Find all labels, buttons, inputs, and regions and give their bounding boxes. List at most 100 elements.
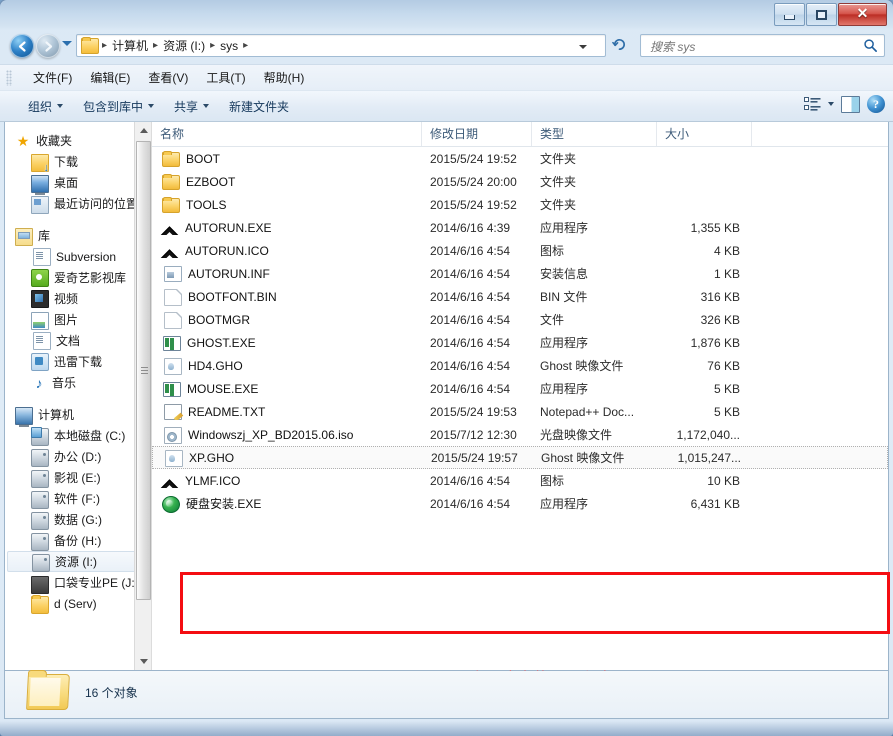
file-size-cell: 1,355 KB bbox=[657, 221, 752, 235]
table-row[interactable]: BOOT2015/5/24 19:52文件夹 bbox=[152, 147, 888, 170]
table-row[interactable]: MOUSE.EXE2014/6/16 4:54应用程序5 KB bbox=[152, 377, 888, 400]
file-name-cell: TOOLS bbox=[152, 196, 422, 213]
file-date-cell: 2014/6/16 4:54 bbox=[422, 497, 532, 511]
preview-pane-icon[interactable] bbox=[841, 96, 860, 113]
new-folder-button[interactable]: 新建文件夹 bbox=[219, 94, 299, 119]
search-icon[interactable] bbox=[863, 38, 878, 53]
sidebar-item-desktop[interactable]: 桌面 bbox=[5, 172, 151, 193]
sidebar-item-label: 备份 (H:) bbox=[54, 532, 101, 549]
music-icon: ♪ bbox=[31, 375, 47, 391]
sidebar-item-recent-places[interactable]: 最近访问的位置 bbox=[5, 193, 151, 214]
sidebar-item-drive-j[interactable]: 口袋专业PE (J:) bbox=[5, 572, 151, 593]
sidebar-item-downloads[interactable]: 下载 bbox=[5, 151, 151, 172]
maximize-button[interactable] bbox=[806, 3, 837, 26]
chevron-down-icon[interactable] bbox=[579, 45, 587, 49]
sidebar-item-drive-g[interactable]: 数据 (G:) bbox=[5, 509, 151, 530]
computer-icon bbox=[15, 407, 33, 425]
sidebar-item-drive-f[interactable]: 软件 (F:) bbox=[5, 488, 151, 509]
sidebar-item-videos[interactable]: 视频 bbox=[5, 288, 151, 309]
breadcrumb-address-bar[interactable]: ▸ 计算机 ▸ 资源 (I:) ▸ sys ▸ bbox=[76, 34, 606, 57]
file-name-cell: EZBOOT bbox=[152, 173, 422, 190]
folder-icon bbox=[162, 152, 180, 167]
organize-button[interactable]: 组织 bbox=[18, 94, 73, 119]
table-row[interactable]: AUTORUN.INF2014/6/16 4:54安装信息1 KB bbox=[152, 262, 888, 285]
table-row[interactable]: EZBOOT2015/5/24 20:00文件夹 bbox=[152, 170, 888, 193]
table-row[interactable]: YLMF.ICO2014/6/16 4:54图标10 KB bbox=[152, 469, 888, 492]
minimize-button[interactable] bbox=[774, 3, 805, 26]
sidebar-item-drive-e[interactable]: 影视 (E:) bbox=[5, 467, 151, 488]
sidebar-item-documents[interactable]: 文档 bbox=[5, 330, 151, 351]
menu-grip-handle[interactable] bbox=[6, 70, 12, 86]
menu-item-tools[interactable]: 工具(T) bbox=[197, 66, 254, 89]
sidebar-item-drive-h[interactable]: 备份 (H:) bbox=[5, 530, 151, 551]
refresh-button[interactable] bbox=[612, 37, 627, 55]
nav-group-libraries[interactable]: 库 bbox=[5, 225, 151, 246]
nav-group-computer[interactable]: 计算机 bbox=[5, 404, 151, 425]
table-row[interactable]: README.TXT2015/5/24 19:53Notepad++ Doc..… bbox=[152, 400, 888, 423]
table-row[interactable]: AUTORUN.ICO2014/6/16 4:54图标4 KB bbox=[152, 239, 888, 262]
sidebar-item-drive-i[interactable]: 资源 (I:) bbox=[7, 551, 147, 572]
breadcrumb-item-drive[interactable]: 资源 (I:) bbox=[160, 37, 208, 54]
sidebar-item-xunlei[interactable]: 迅雷下载 bbox=[5, 351, 151, 372]
forward-button[interactable] bbox=[36, 34, 60, 58]
sidebar-item-music[interactable]: ♪ 音乐 bbox=[5, 372, 151, 393]
column-header-size[interactable]: 大小 bbox=[657, 122, 752, 146]
file-date-cell: 2014/6/16 4:54 bbox=[422, 244, 532, 258]
view-chevron-down-icon[interactable] bbox=[828, 102, 834, 106]
new-folder-label: 新建文件夹 bbox=[229, 98, 289, 115]
recent-pages-dropdown-icon[interactable] bbox=[62, 41, 72, 46]
table-row[interactable]: AUTORUN.EXE2014/6/16 4:39应用程序1,355 KB bbox=[152, 216, 888, 239]
sidebar-item-drive-c[interactable]: 本地磁盘 (C:) bbox=[5, 425, 151, 446]
search-input[interactable] bbox=[648, 38, 852, 56]
menu-item-view[interactable]: 查看(V) bbox=[139, 66, 197, 89]
table-row[interactable]: HD4.GHO2014/6/16 4:54Ghost 映像文件76 KB bbox=[152, 354, 888, 377]
file-size-cell: 1,172,040... bbox=[657, 428, 752, 442]
table-row[interactable]: GHOST.EXE2014/6/16 4:54应用程序1,876 KB bbox=[152, 331, 888, 354]
file-name-label: 硬盘安装.EXE bbox=[186, 495, 261, 512]
file-date-cell: 2014/6/16 4:54 bbox=[422, 290, 532, 304]
include-in-library-label: 包含到库中 bbox=[83, 98, 143, 115]
table-row[interactable]: 硬盘安装.EXE2014/6/16 4:54应用程序6,431 KB bbox=[152, 492, 888, 515]
table-row[interactable]: TOOLS2015/5/24 19:52文件夹 bbox=[152, 193, 888, 216]
file-name-cell: HD4.GHO bbox=[152, 357, 422, 375]
help-icon[interactable]: ? bbox=[867, 95, 885, 113]
folder-icon bbox=[162, 175, 180, 190]
sidebar-item-serv[interactable]: d (Serv) bbox=[5, 593, 151, 614]
scrollbar-thumb[interactable] bbox=[136, 141, 151, 600]
table-row[interactable]: Windowszj_XP_BD2015.06.iso2015/7/12 12:3… bbox=[152, 423, 888, 446]
navigation-scrollbar[interactable] bbox=[134, 122, 151, 670]
chevron-down-icon bbox=[140, 659, 148, 664]
table-row[interactable]: BOOTMGR2014/6/16 4:54文件326 KB bbox=[152, 308, 888, 331]
drive-icon bbox=[31, 491, 49, 509]
file-name-cell: BOOTFONT.BIN bbox=[152, 288, 422, 306]
search-box[interactable] bbox=[640, 34, 885, 57]
sidebar-item-drive-d[interactable]: 办公 (D:) bbox=[5, 446, 151, 467]
close-button[interactable]: ✕ bbox=[838, 3, 887, 26]
scroll-up-button[interactable] bbox=[135, 122, 151, 139]
column-header-type[interactable]: 类型 bbox=[532, 122, 657, 146]
breadcrumb-item-sys[interactable]: sys bbox=[217, 39, 241, 53]
menu-item-help[interactable]: 帮助(H) bbox=[255, 66, 314, 89]
column-header-date-modified[interactable]: 修改日期 bbox=[422, 122, 532, 146]
sidebar-item-iqiyi[interactable]: 爱奇艺影视库 bbox=[5, 267, 151, 288]
sidebar-item-pictures[interactable]: 图片 bbox=[5, 309, 151, 330]
menu-item-edit[interactable]: 编辑(E) bbox=[81, 66, 139, 89]
scroll-down-button[interactable] bbox=[135, 653, 151, 670]
iqiyi-icon bbox=[31, 269, 49, 287]
sidebar-item-subversion[interactable]: Subversion bbox=[5, 246, 151, 267]
back-button[interactable] bbox=[10, 34, 34, 58]
share-with-button[interactable]: 共享 bbox=[164, 94, 219, 119]
sidebar-item-label: 办公 (D:) bbox=[54, 448, 101, 465]
file-size-cell: 326 KB bbox=[657, 313, 752, 327]
column-header-name[interactable]: 名称 bbox=[152, 122, 422, 146]
file-name-cell: 硬盘安装.EXE bbox=[152, 495, 422, 513]
nav-group-favorites[interactable]: ★ 收藏夹 bbox=[5, 130, 151, 151]
include-in-library-button[interactable]: 包含到库中 bbox=[73, 94, 164, 119]
breadcrumb-separator-icon: ▸ bbox=[100, 41, 109, 51]
table-row[interactable]: XP.GHO2015/5/24 19:57Ghost 映像文件1,015,247… bbox=[152, 446, 888, 469]
table-row[interactable]: BOOTFONT.BIN2014/6/16 4:54BIN 文件316 KB bbox=[152, 285, 888, 308]
menu-item-file[interactable]: 文件(F) bbox=[24, 66, 81, 89]
breadcrumb-item-computer[interactable]: 计算机 bbox=[109, 37, 151, 54]
change-view-icon[interactable] bbox=[804, 97, 821, 112]
close-icon: ✕ bbox=[857, 8, 869, 22]
